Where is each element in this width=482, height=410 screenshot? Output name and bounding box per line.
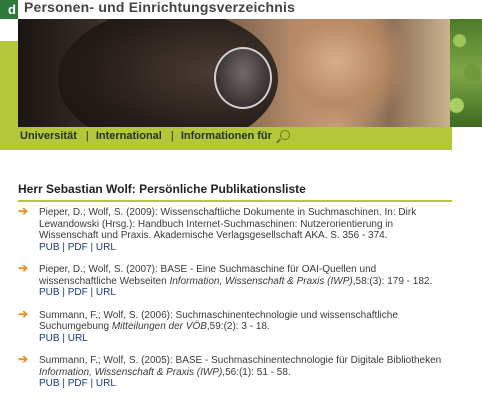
pdf-link[interactable]: PDF [68, 242, 88, 253]
nav-separator: | [170, 130, 174, 142]
arrow-icon: ➔ [18, 306, 29, 321]
publication-text: Pieper, D.; Wolf, S. (2009): Wissenschaf… [39, 207, 417, 241]
page-header-title: Personen- und Einrichtungsverzeichnis [24, 0, 296, 15]
publication-item: ➔ Summann, F.; Wolf, S. (2006): Suchmasc… [18, 306, 398, 344]
nav-item-universitaet[interactable]: Universität [18, 127, 79, 146]
publication-tail: ,58:(3): 179 - 182. [352, 275, 433, 287]
pdf-link[interactable]: PDF [68, 378, 88, 389]
publication-item: ➔ Summann, F.; Wolf, S. (2005): BASE - S… [18, 352, 442, 389]
pub-link[interactable]: PUB [39, 378, 60, 389]
left-accent-bar [0, 19, 18, 150]
publication-tail: ,56:(1): 51 - 58. [222, 366, 291, 378]
url-link[interactable]: URL [96, 378, 116, 389]
publication-item: ➔ Pieper, D.; Wolf, S. (2007): BASE - Ei… [18, 261, 433, 298]
arrow-icon: ➔ [18, 204, 29, 218]
arrow-icon: ➔ [18, 352, 29, 366]
nav-separator: | [85, 130, 89, 142]
arrow-icon: ➔ [18, 261, 29, 275]
page-title: Herr Sebastian Wolf: Persönliche Publika… [18, 182, 306, 196]
pub-link[interactable]: PUB [39, 287, 60, 298]
nav-item-international[interactable]: International [94, 127, 164, 146]
title-divider [18, 200, 452, 202]
publication-source: Information, Wissenschaft & Praxis (IWP) [169, 275, 353, 287]
publication-tail: ,59:(2): 3 - 18. [206, 321, 270, 332]
url-link[interactable]: URL [96, 287, 116, 298]
search-icon[interactable] [279, 130, 290, 140]
hero-image [18, 19, 450, 127]
logo[interactable]: d [0, 0, 18, 19]
publication-list: ➔ Pieper, D.; Wolf, S. (2009): Wissensch… [18, 204, 452, 401]
pub-link[interactable]: PUB [39, 242, 60, 253]
publication-item: ➔ Pieper, D.; Wolf, S. (2009): Wissensch… [18, 204, 417, 253]
pdf-link[interactable]: PDF [68, 287, 88, 298]
main-nav: Universität | International | Informatio… [18, 127, 452, 150]
leaves-image [450, 19, 482, 127]
publication-text: Summann, F.; Wolf, S. (2005): BASE - Suc… [39, 355, 442, 366]
publication-source: Information, Wissenschaft & Praxis (IWP) [39, 366, 223, 378]
pub-link[interactable]: PUB [39, 333, 60, 344]
url-link[interactable]: URL [68, 333, 88, 344]
publication-source: Mitteilungen der VÖB [111, 321, 207, 332]
nav-item-informationen[interactable]: Informationen für [179, 127, 274, 146]
url-link[interactable]: URL [96, 242, 116, 253]
